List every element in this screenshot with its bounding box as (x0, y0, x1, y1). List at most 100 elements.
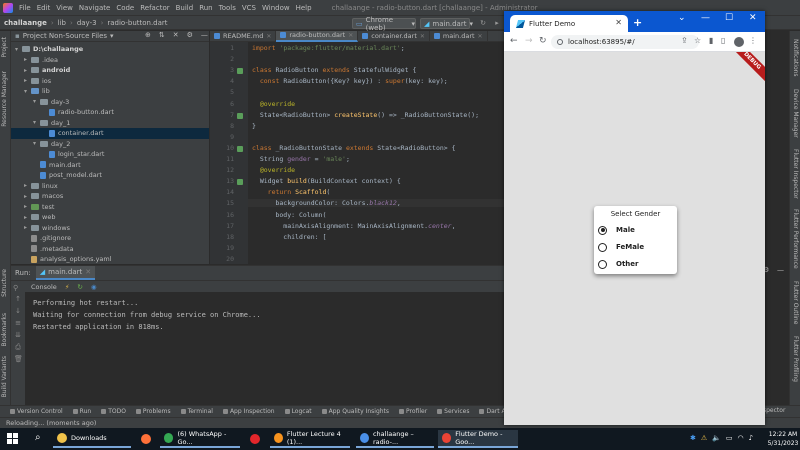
editor-tab[interactable]: radio-button.dart ✕ (276, 30, 359, 42)
editor-tab[interactable]: README.md ✕ (210, 30, 277, 42)
lightning-icon[interactable]: ⚡ (65, 283, 70, 291)
tree-item[interactable]: .metadata (11, 244, 209, 255)
back-icon[interactable]: ← (510, 36, 518, 46)
chevron-right-icon[interactable]: ▸ (24, 77, 31, 84)
share-icon[interactable]: ⇪ (681, 36, 688, 45)
wifi-icon[interactable]: ◠ (738, 434, 744, 442)
chevron-right-icon[interactable]: ▸ (24, 214, 31, 221)
tool-tab-project[interactable]: Project (1, 37, 8, 58)
tree-item[interactable]: ▸ test (11, 202, 209, 213)
radio-option-other[interactable]: Other (598, 258, 638, 270)
gutter-marker-icon[interactable] (237, 145, 243, 152)
tool-window-problems[interactable]: Problems (135, 408, 171, 415)
layout-inspector-tab-fragment[interactable]: spector (763, 407, 785, 414)
close-icon[interactable]: ✕ (478, 33, 483, 40)
chevron-right-icon[interactable]: ▸ (24, 182, 31, 189)
radio-option-female[interactable]: FeMale (598, 241, 644, 253)
close-icon[interactable]: ✕ (348, 32, 353, 39)
tree-item[interactable]: ▾ day_1 (11, 118, 209, 129)
taskbar-item[interactable]: challaange – radio-... (356, 430, 434, 448)
taskbar-item[interactable] (246, 430, 262, 448)
refresh-icon[interactable]: ↻ (478, 18, 488, 28)
tree-item[interactable]: ▸ ios (11, 76, 209, 87)
hot-restart-icon[interactable]: ↻ (77, 283, 82, 291)
breadcrumb-day3[interactable]: day-3 (77, 19, 97, 27)
tool-window-terminal[interactable]: Terminal (180, 408, 213, 415)
tree-item[interactable]: ▸ macos (11, 191, 209, 202)
minimize-icon[interactable]: — (777, 266, 784, 274)
print-icon[interactable]: ⎙ (14, 344, 22, 351)
tool-tab-structure[interactable]: Structure (1, 269, 8, 297)
tree-item[interactable]: ▾ day_2 (11, 139, 209, 150)
breadcrumb-file[interactable]: radio-button.dart (107, 19, 167, 27)
pin-icon[interactable]: ⚲ (13, 284, 18, 292)
tree-item[interactable]: analysis_options.yaml (11, 254, 209, 265)
reload-icon[interactable]: ↻ (539, 36, 547, 46)
console-tab[interactable]: Console (31, 283, 57, 291)
menu-refactor[interactable]: Refactor (140, 4, 169, 12)
more-icon[interactable]: ▸ (492, 18, 502, 28)
down-arrow-icon[interactable]: ↓ (14, 308, 22, 315)
side-panel-icon[interactable]: ▮ (709, 36, 713, 45)
menu-file[interactable]: File (19, 4, 31, 12)
gear-icon[interactable]: ⚙ (187, 31, 193, 39)
tool-tab-resource-manager[interactable]: Resource Manager (1, 71, 8, 127)
run-config-selector[interactable]: ◢ main.dart ▾ (420, 18, 473, 29)
close-window-icon[interactable]: ✕ (749, 13, 757, 23)
volume-icon[interactable]: 🔈 (712, 434, 721, 442)
scroll-end-icon[interactable]: ⇊ (14, 332, 22, 339)
up-arrow-icon[interactable]: ↑ (14, 296, 22, 303)
chevron-right-icon[interactable]: ▸ (24, 224, 31, 231)
target-icon[interactable]: ⊕ (145, 31, 151, 39)
tree-item[interactable]: login_star.dart (11, 149, 209, 160)
chevron-down-icon[interactable]: ▾ (15, 46, 22, 53)
close-icon[interactable]: ✕ (266, 33, 271, 40)
tool-tab-build-variants[interactable]: Build Variants (1, 356, 8, 397)
tree-item[interactable]: ▾ day-3 (11, 97, 209, 108)
gutter-marker-icon[interactable] (237, 68, 243, 75)
menu-view[interactable]: View (56, 4, 73, 12)
tree-item[interactable]: post_model.dart (11, 170, 209, 181)
trash-icon[interactable]: 🗑 (14, 356, 23, 363)
battery-icon[interactable]: ▭ (726, 434, 733, 442)
tree-item[interactable]: ▸ android (11, 65, 209, 76)
breadcrumb-lib[interactable]: lib (58, 19, 66, 27)
search-icon[interactable]: ⌕ (35, 432, 41, 443)
tree-item[interactable]: main.dart (11, 160, 209, 171)
close-icon[interactable]: ✕ (173, 31, 179, 39)
tool-tab-bookmarks[interactable]: Bookmarks (1, 313, 8, 347)
project-view-selector[interactable]: Project Non-Source Files (23, 32, 107, 40)
bluetooth-icon[interactable]: ✱ (690, 434, 696, 442)
chevron-right-icon[interactable]: ▸ (24, 193, 31, 200)
gutter-marker-icon[interactable] (237, 179, 243, 186)
chevron-down-icon[interactable]: ▾ (33, 140, 40, 147)
tool-window-services[interactable]: Services (437, 408, 469, 415)
console-output[interactable]: Performing hot restart... Waiting for con… (33, 297, 261, 333)
tree-item[interactable]: ▸ web (11, 212, 209, 223)
device-selector[interactable]: ▭ Chrome (web) ▾ (352, 16, 416, 32)
menu-code[interactable]: Code (116, 4, 134, 12)
extensions-icon[interactable]: ▯ (721, 36, 725, 45)
taskbar-item[interactable]: Flutter Demo - Goo... (438, 430, 518, 448)
tree-item[interactable]: ▸ windows (11, 223, 209, 234)
editor-tab[interactable]: main.dart ✕ (430, 30, 488, 42)
gutter-marker-icon[interactable] (237, 112, 243, 119)
tree-item[interactable]: ▸ linux (11, 181, 209, 192)
menu-tools[interactable]: Tools (219, 4, 236, 12)
address-bar[interactable]: localhost:63895/#/ (551, 35, 699, 49)
radio-button[interactable] (598, 225, 607, 235)
maximize-window-icon[interactable]: ☐ (725, 13, 733, 23)
tree-item[interactable]: ▸ .idea (11, 55, 209, 66)
tool-window-run[interactable]: Run (72, 408, 91, 415)
tree-item[interactable]: ▾ lib (11, 86, 209, 97)
tool-window-todo[interactable]: TODO (101, 408, 126, 415)
tool-tab-notifications[interactable]: Notifications (792, 39, 799, 77)
new-tab-icon[interactable]: + (633, 16, 642, 29)
chevron-down-icon[interactable]: ▾ (33, 98, 40, 105)
tool-window-version-control[interactable]: Version Control (10, 408, 63, 415)
tool-tab-flutter-outline[interactable]: Flutter Outline (792, 281, 799, 324)
editor-tab[interactable]: container.dart ✕ (358, 30, 430, 42)
menu-vcs[interactable]: VCS (242, 4, 256, 12)
tool-tab-flutter-profiling[interactable]: Flutter Profiling (792, 336, 799, 382)
site-info-icon[interactable] (557, 39, 563, 45)
